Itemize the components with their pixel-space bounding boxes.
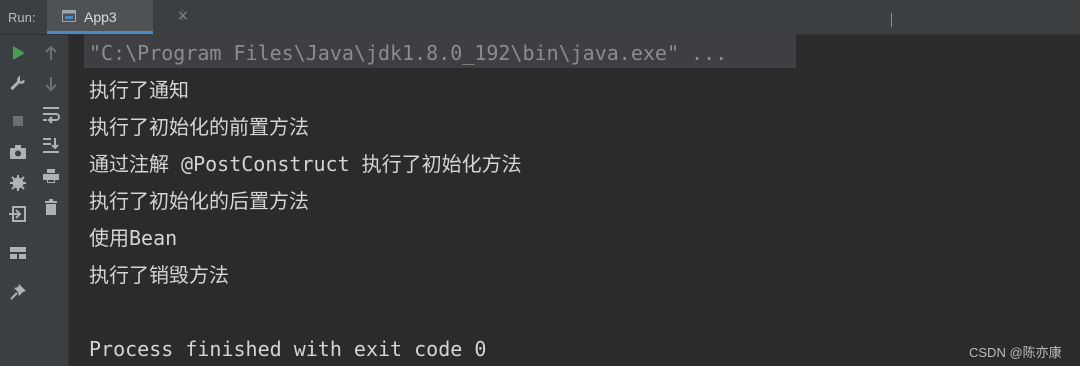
watermark: CSDN @陈亦康 [969, 345, 1062, 360]
console-line: 执行了初始化的后置方法 [89, 189, 309, 213]
layout-icon[interactable] [8, 243, 28, 263]
console-command-line[interactable]: "C:\Program Files\Java\jdk1.8.0_192\bin\… [89, 40, 727, 66]
run-actions-gutter [0, 35, 34, 366]
console-line: 执行了初始化的前置方法 [89, 115, 309, 139]
more-options-icon[interactable]: ⋮ [176, 8, 189, 23]
console-line: 执行了销毁方法 [89, 263, 229, 287]
console-actions-gutter [34, 35, 69, 366]
console-line: 执行了通知 [89, 78, 189, 102]
wrench-icon[interactable] [8, 73, 28, 93]
console-line: 使用Bean [89, 226, 178, 250]
run-label: Run: [8, 10, 36, 25]
exit-icon[interactable] [8, 204, 28, 224]
tab-app3[interactable]: App3 × [47, 0, 189, 34]
arrow-up-icon[interactable] [41, 43, 61, 63]
run-icon[interactable] [8, 43, 28, 63]
pin-icon[interactable] [8, 282, 28, 302]
settings-bug-icon[interactable] [8, 173, 28, 193]
tab-label: App3 [84, 9, 117, 25]
caret-marker [891, 13, 892, 27]
scroll-to-end-icon[interactable] [41, 135, 61, 155]
camera-icon[interactable] [8, 142, 28, 162]
trash-icon[interactable] [41, 197, 61, 217]
run-toolbar: Run: App3 × ⋮ [0, 0, 1080, 35]
print-icon[interactable] [41, 166, 61, 186]
console-line: 通过注解 @PostConstruct 执行了初始化方法 [89, 152, 522, 176]
stop-icon[interactable] [8, 111, 28, 131]
soft-wrap-icon[interactable] [41, 104, 61, 124]
console-window-icon [62, 10, 76, 22]
console-exit-line: Process finished with exit code 0 [89, 337, 487, 361]
arrow-down-icon[interactable] [41, 74, 61, 94]
